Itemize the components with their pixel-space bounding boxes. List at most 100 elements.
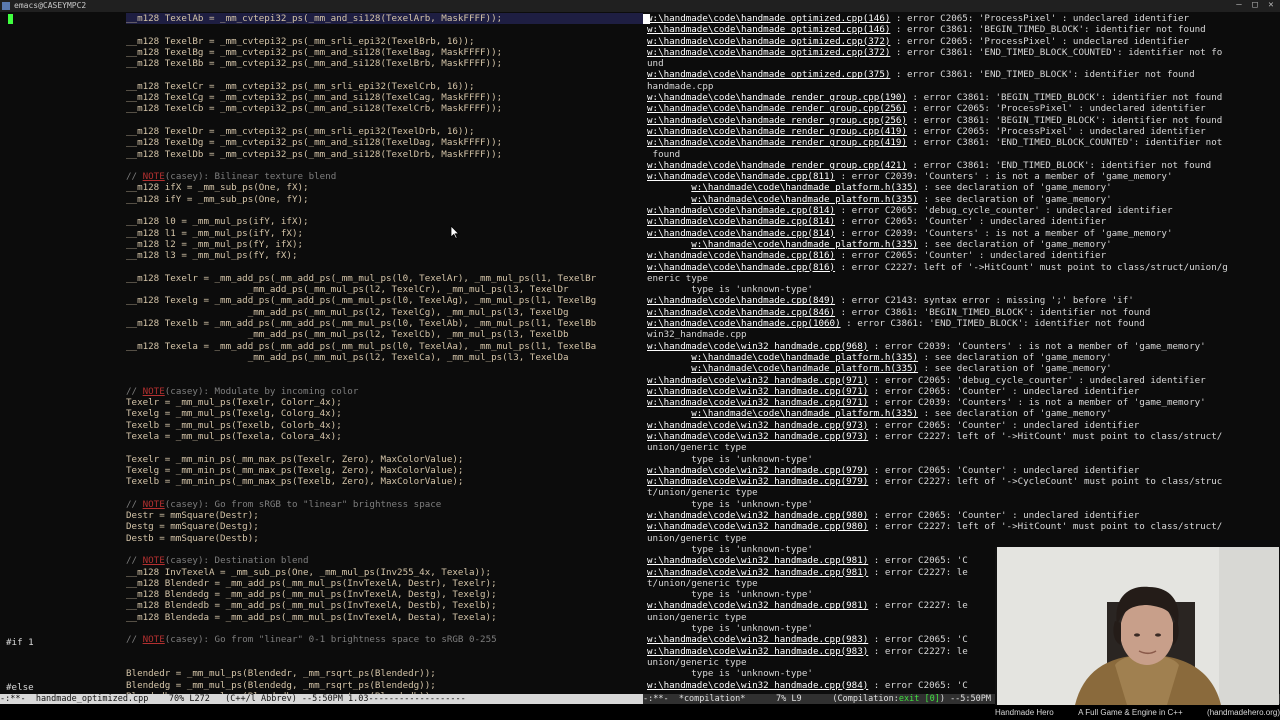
compilation-line[interactable]: w:\handmade\code\handmade.cpp(814) : err… xyxy=(647,216,1280,227)
code-line[interactable]: Destr = mmSquare(Destr); xyxy=(126,510,643,521)
code-line[interactable]: __m128 Blendeda = _mm_add_ps(_mm_mul_ps(… xyxy=(126,612,643,623)
compilation-line[interactable]: w:\handmade\code\handmade_platform.h(335… xyxy=(647,239,1280,250)
compilation-line[interactable]: w:\handmade\code\handmade.cpp(1060) : er… xyxy=(647,318,1280,329)
error-location-link[interactable]: w:\handmade\code\handmade.cpp(814) xyxy=(647,216,835,227)
error-location-link[interactable]: w:\handmade\code\handmade_optimized.cpp(… xyxy=(647,24,890,35)
compilation-line[interactable]: w:\handmade\code\handmade_platform.h(335… xyxy=(647,182,1280,193)
code-line[interactable] xyxy=(126,657,643,668)
compilation-line[interactable]: w:\handmade\code\handmade_optimized.cpp(… xyxy=(647,47,1280,58)
code-line[interactable]: // NOTE(casey): Go from sRGB to "linear"… xyxy=(126,499,643,510)
error-location-link[interactable]: w:\handmade\code\handmade_optimized.cpp(… xyxy=(647,69,890,80)
code-line[interactable]: // NOTE(casey): Modulate by incoming col… xyxy=(126,386,643,397)
code-line[interactable] xyxy=(126,24,643,35)
code-line[interactable]: __m128 TexelCb = _mm_cvtepi32_ps(_mm_and… xyxy=(126,103,643,114)
code-line[interactable] xyxy=(126,160,643,171)
error-location-link[interactable]: w:\handmade\code\handmade_render_group.c… xyxy=(647,103,907,114)
error-location-link[interactable]: w:\handmade\code\handmade.cpp(814) xyxy=(647,205,835,216)
error-location-link[interactable]: w:\handmade\code\handmade_platform.h(335… xyxy=(691,352,918,363)
error-location-link[interactable]: w:\handmade\code\win32_handmade.cpp(973) xyxy=(647,420,868,431)
error-location-link[interactable]: w:\handmade\code\handmade_render_group.c… xyxy=(647,92,907,103)
error-location-link[interactable]: w:\handmade\code\handmade_render_group.c… xyxy=(647,160,907,171)
code-line[interactable]: __m128 TexelDb = _mm_cvtepi32_ps(_mm_and… xyxy=(126,149,643,160)
code-line[interactable]: __m128 l0 = _mm_mul_ps(ifY, ifX); xyxy=(126,216,643,227)
error-location-link[interactable]: w:\handmade\code\handmade_platform.h(335… xyxy=(691,194,918,205)
brand-url[interactable]: (handmadehero.org) xyxy=(1207,708,1280,717)
code-line[interactable]: __m128 Texelg = _mm_add_ps(_mm_add_ps(_m… xyxy=(126,295,643,306)
compilation-line[interactable]: w:\handmade\code\win32_handmade.cpp(979)… xyxy=(647,465,1280,476)
error-location-link[interactable]: w:\handmade\code\win32_handmade.cpp(968) xyxy=(647,341,868,352)
code-line[interactable]: Texelg = _mm_min_ps(_mm_max_ps(Texelg, Z… xyxy=(126,465,643,476)
close-icon[interactable]: ✕ xyxy=(1266,1,1276,10)
compilation-line[interactable]: w:\handmade\code\handmade.cpp(816) : err… xyxy=(647,262,1280,273)
code-line[interactable]: __m128 Blendedg = _mm_add_ps(_mm_mul_ps(… xyxy=(126,589,643,600)
error-location-link[interactable]: w:\handmade\code\handmade.cpp(816) xyxy=(647,262,835,273)
compilation-line[interactable]: w:\handmade\code\handmade_optimized.cpp(… xyxy=(647,36,1280,47)
error-location-link[interactable]: w:\handmade\code\win32_handmade.cpp(971) xyxy=(647,375,868,386)
compilation-line[interactable]: w:\handmade\code\win32_handmade.cpp(971)… xyxy=(647,375,1280,386)
compilation-line[interactable]: w:\handmade\code\handmade_optimized.cpp(… xyxy=(647,13,1280,24)
code-line[interactable]: _mm_add_ps(_mm_mul_ps(l2, TexelCg), _mm_… xyxy=(126,307,643,318)
compilation-line[interactable]: w:\handmade\code\handmade.cpp(811) : err… xyxy=(647,171,1280,182)
compilation-line[interactable]: w:\handmade\code\handmade_platform.h(335… xyxy=(647,352,1280,363)
error-location-link[interactable]: w:\handmade\code\handmade.cpp(816) xyxy=(647,250,835,261)
code-line[interactable]: Texela = _mm_mul_ps(Texela, Colora_4x); xyxy=(126,431,643,442)
compilation-line[interactable]: w:\handmade\code\win32_handmade.cpp(980)… xyxy=(647,521,1280,532)
error-location-link[interactable]: w:\handmade\code\handmade_render_group.c… xyxy=(647,126,907,137)
compilation-line[interactable]: w:\handmade\code\win32_handmade.cpp(973)… xyxy=(647,431,1280,442)
error-location-link[interactable]: w:\handmade\code\win32_handmade.cpp(983) xyxy=(647,634,868,645)
maximize-icon[interactable]: □ xyxy=(1250,1,1260,10)
compilation-line[interactable]: w:\handmade\code\handmade_render_group.c… xyxy=(647,126,1280,137)
code-line[interactable]: Destb = mmSquare(Destb); xyxy=(126,533,643,544)
compilation-line[interactable]: w:\handmade\code\handmade_optimized.cpp(… xyxy=(647,69,1280,80)
error-location-link[interactable]: w:\handmade\code\handmade_render_group.c… xyxy=(647,137,907,148)
code-line[interactable]: Texelb = _mm_mul_ps(Texelb, Colorb_4x); xyxy=(126,420,643,431)
compilation-line[interactable]: w:\handmade\code\handmade_render_group.c… xyxy=(647,160,1280,171)
code-line[interactable]: __m128 Blendedb = _mm_add_ps(_mm_mul_ps(… xyxy=(126,600,643,611)
code-line[interactable] xyxy=(126,646,643,657)
code-line[interactable]: __m128 Blendedr = _mm_add_ps(_mm_mul_ps(… xyxy=(126,578,643,589)
code-line[interactable]: Texelg = _mm_mul_ps(Texelg, Colorg_4x); xyxy=(126,408,643,419)
code-line[interactable]: __m128 Texelr = _mm_add_ps(_mm_add_ps(_m… xyxy=(126,273,643,284)
error-location-link[interactable]: w:\handmade\code\handmade.cpp(846) xyxy=(647,307,835,318)
compilation-line[interactable]: w:\handmade\code\win32_handmade.cpp(971)… xyxy=(647,386,1280,397)
code-line[interactable]: Blendedr = _mm_mul_ps(Blendedr, _mm_rsqr… xyxy=(126,668,643,679)
code-area[interactable]: __m128 TexelAb = _mm_cvtepi32_ps(_mm_and… xyxy=(126,13,643,694)
compilation-line[interactable]: w:\handmade\code\handmade_render_group.c… xyxy=(647,115,1280,126)
error-location-link[interactable]: w:\handmade\code\handmade_platform.h(335… xyxy=(691,182,918,193)
compilation-line[interactable]: w:\handmade\code\win32_handmade.cpp(968)… xyxy=(647,341,1280,352)
error-location-link[interactable]: w:\handmade\code\handmade_platform.h(335… xyxy=(691,408,918,419)
compilation-line[interactable]: w:\handmade\code\win32_handmade.cpp(973)… xyxy=(647,420,1280,431)
error-location-link[interactable]: w:\handmade\code\win32_handmade.cpp(980) xyxy=(647,510,868,521)
code-line[interactable] xyxy=(126,115,643,126)
compilation-line[interactable]: w:\handmade\code\handmade_render_group.c… xyxy=(647,92,1280,103)
error-location-link[interactable]: w:\handmade\code\win32_handmade.cpp(981) xyxy=(647,600,868,611)
mode-line-left[interactable]: -:**- handmade_optimized.cpp 70% L272 (C… xyxy=(0,694,643,704)
code-line[interactable]: __m128 ifY = _mm_sub_ps(One, fY); xyxy=(126,194,643,205)
code-line[interactable]: __m128 l2 = _mm_mul_ps(fY, ifX); xyxy=(126,239,643,250)
compilation-line[interactable]: w:\handmade\code\handmade_optimized.cpp(… xyxy=(647,24,1280,35)
error-location-link[interactable]: w:\handmade\code\win32_handmade.cpp(980) xyxy=(647,521,868,532)
code-line[interactable]: Texelb = _mm_min_ps(_mm_max_ps(Texelb, Z… xyxy=(126,476,643,487)
error-location-link[interactable]: w:\handmade\code\handmade.cpp(814) xyxy=(647,228,835,239)
error-location-link[interactable]: w:\handmade\code\win32_handmade.cpp(983) xyxy=(647,646,868,657)
code-line[interactable]: __m128 TexelAb = _mm_cvtepi32_ps(_mm_and… xyxy=(126,13,643,25)
code-line[interactable] xyxy=(126,544,643,555)
code-line[interactable]: __m128 TexelBr = _mm_cvtepi32_ps(_mm_srl… xyxy=(126,36,643,47)
code-line[interactable] xyxy=(126,623,643,634)
code-line[interactable]: __m128 ifX = _mm_sub_ps(One, fX); xyxy=(126,182,643,193)
error-location-link[interactable]: w:\handmade\code\handmade_platform.h(335… xyxy=(691,363,918,374)
error-location-link[interactable]: w:\handmade\code\win32_handmade.cpp(971) xyxy=(647,386,868,397)
error-location-link[interactable]: w:\handmade\code\win32_handmade.cpp(981) xyxy=(647,567,868,578)
code-line[interactable]: _mm_add_ps(_mm_mul_ps(l2, TexelCb), _mm_… xyxy=(126,329,643,340)
code-line[interactable]: Blendedg = _mm_mul_ps(Blendedg, _mm_rsqr… xyxy=(126,680,643,691)
compilation-line[interactable]: w:\handmade\code\handmade.cpp(816) : err… xyxy=(647,250,1280,261)
code-line[interactable]: __m128 TexelDr = _mm_cvtepi32_ps(_mm_srl… xyxy=(126,126,643,137)
error-location-link[interactable]: w:\handmade\code\handmade.cpp(811) xyxy=(647,171,835,182)
error-location-link[interactable]: w:\handmade\code\win32_handmade.cpp(979) xyxy=(647,465,868,476)
minimize-icon[interactable]: – xyxy=(1234,1,1244,10)
error-location-link[interactable]: w:\handmade\code\win32_handmade.cpp(971) xyxy=(647,397,868,408)
code-line[interactable]: Texelr = _mm_min_ps(_mm_max_ps(Texelr, Z… xyxy=(126,454,643,465)
error-location-link[interactable]: w:\handmade\code\win32_handmade.cpp(973) xyxy=(647,431,868,442)
compilation-line[interactable]: w:\handmade\code\handmade.cpp(814) : err… xyxy=(647,205,1280,216)
code-line[interactable] xyxy=(126,262,643,273)
